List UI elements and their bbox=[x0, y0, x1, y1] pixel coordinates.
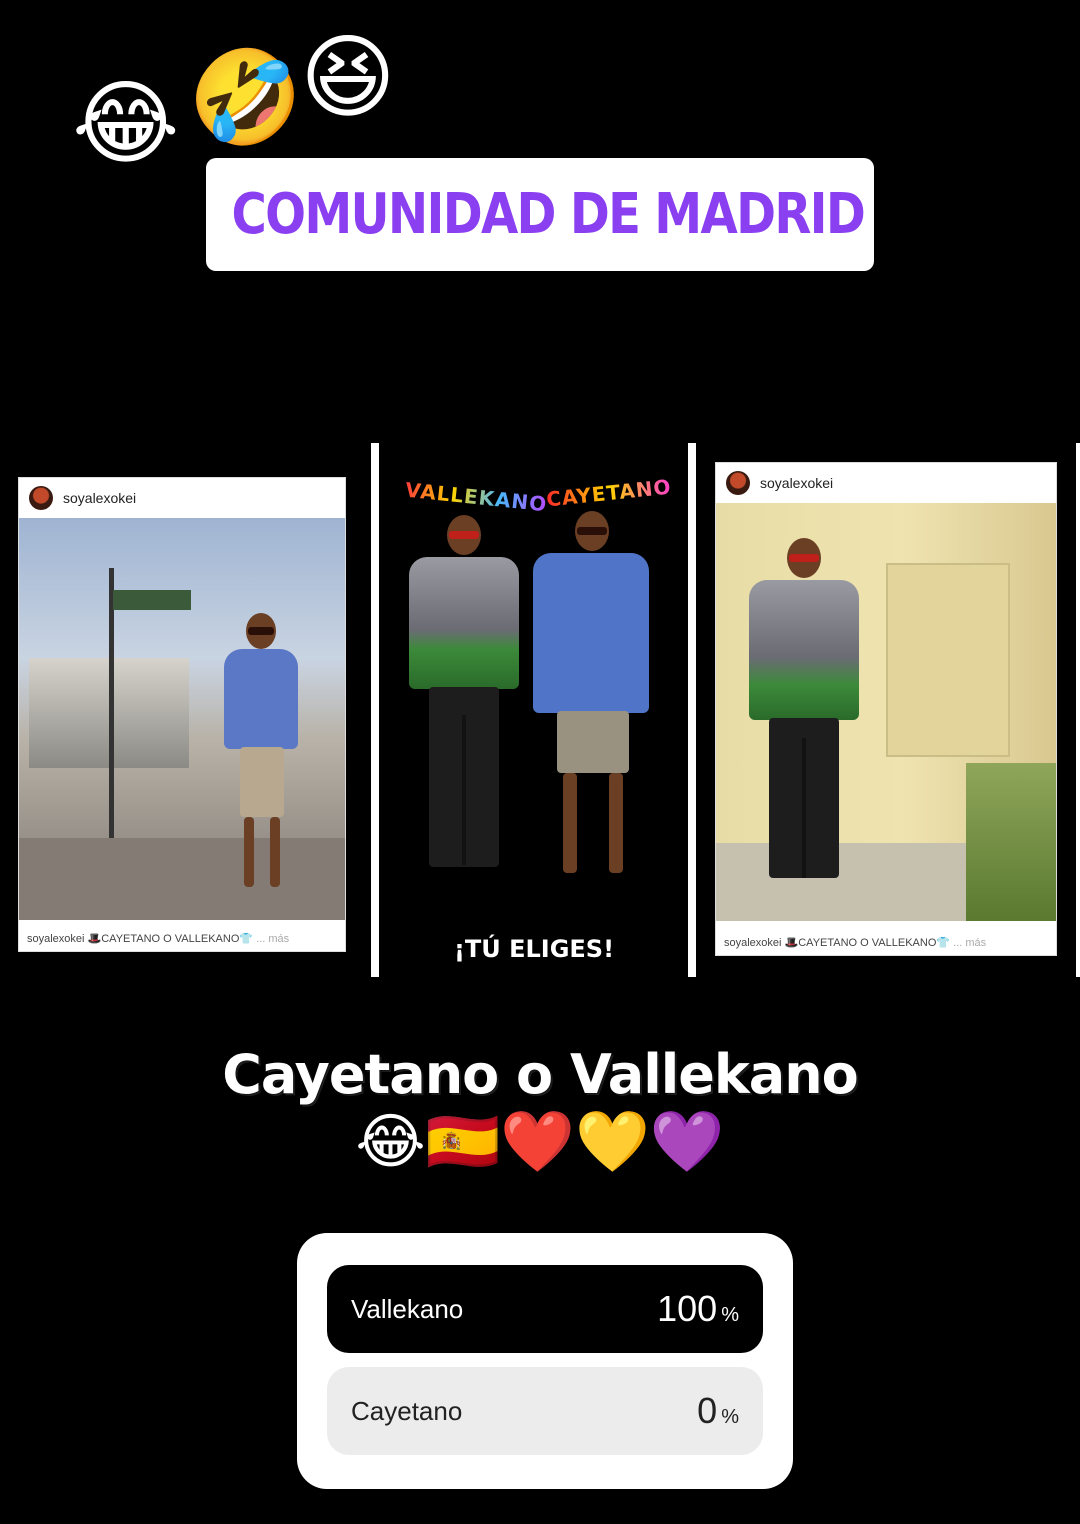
location-label: COMUNIDAD DE MADRID bbox=[231, 182, 866, 247]
doorway bbox=[886, 563, 1010, 757]
poll-option-vallekano[interactable]: Vallekano 100% bbox=[327, 1265, 763, 1353]
street-sign bbox=[113, 590, 191, 610]
poll-sticker: Vallekano 100% Cayetano 0% bbox=[297, 1233, 793, 1489]
tu-eliges-label: ¡TÚ ELIGES! bbox=[453, 935, 615, 963]
pavement bbox=[19, 838, 345, 920]
story-caption: Cayetano o Vallekano bbox=[222, 1043, 859, 1106]
squinting-laughing-emoji: 😆 bbox=[300, 24, 396, 131]
face-tears-of-joy-emoji: 😂 bbox=[72, 70, 180, 177]
center-comparison-panel: VALLEKANO CAYETANO ¡TÚ ELIGES! bbox=[381, 443, 687, 977]
avatar bbox=[29, 486, 53, 510]
caption-emojis: 😂🇪🇸❤️💛💜 bbox=[355, 1107, 725, 1177]
vallekano-label: VALLEKANO bbox=[404, 477, 549, 517]
poll-option-cayetano[interactable]: Cayetano 0% bbox=[327, 1367, 763, 1455]
post-header: soyalexokei bbox=[716, 463, 1056, 503]
grass bbox=[966, 763, 1056, 921]
post-caption: soyalexokei 🎩CAYETANO O VALLEKANO👕 ... m… bbox=[724, 937, 987, 949]
wall-photo bbox=[716, 503, 1056, 921]
collage-divider bbox=[371, 443, 379, 977]
collage-divider bbox=[688, 443, 696, 977]
street-photo bbox=[19, 518, 345, 920]
avatar bbox=[726, 471, 750, 495]
poll-option-percent: 100% bbox=[657, 1288, 739, 1329]
cayetano-label: CAYETANO bbox=[545, 474, 673, 512]
collage-divider bbox=[1076, 443, 1080, 977]
rolling-laughing-emoji: 🤣 bbox=[188, 44, 303, 151]
right-instagram-post: soyalexokei soyalexokei 🎩CAYETANO O VALL… bbox=[715, 462, 1057, 956]
post-header: soyalexokei bbox=[19, 478, 345, 518]
post-username: soyalexokei bbox=[63, 490, 137, 506]
left-instagram-post: soyalexokei soyalexokei 🎩CAYETANO O VALL… bbox=[18, 477, 346, 952]
poll-option-label: Vallekano bbox=[351, 1293, 464, 1324]
poll-option-percent: 0% bbox=[697, 1390, 739, 1431]
location-sticker[interactable]: COMUNIDAD DE MADRID bbox=[206, 158, 874, 271]
post-username: soyalexokei bbox=[760, 475, 834, 491]
poll-option-label: Cayetano bbox=[351, 1395, 463, 1426]
post-caption: soyalexokei 🎩CAYETANO O VALLEKANO👕 ... m… bbox=[27, 933, 290, 945]
